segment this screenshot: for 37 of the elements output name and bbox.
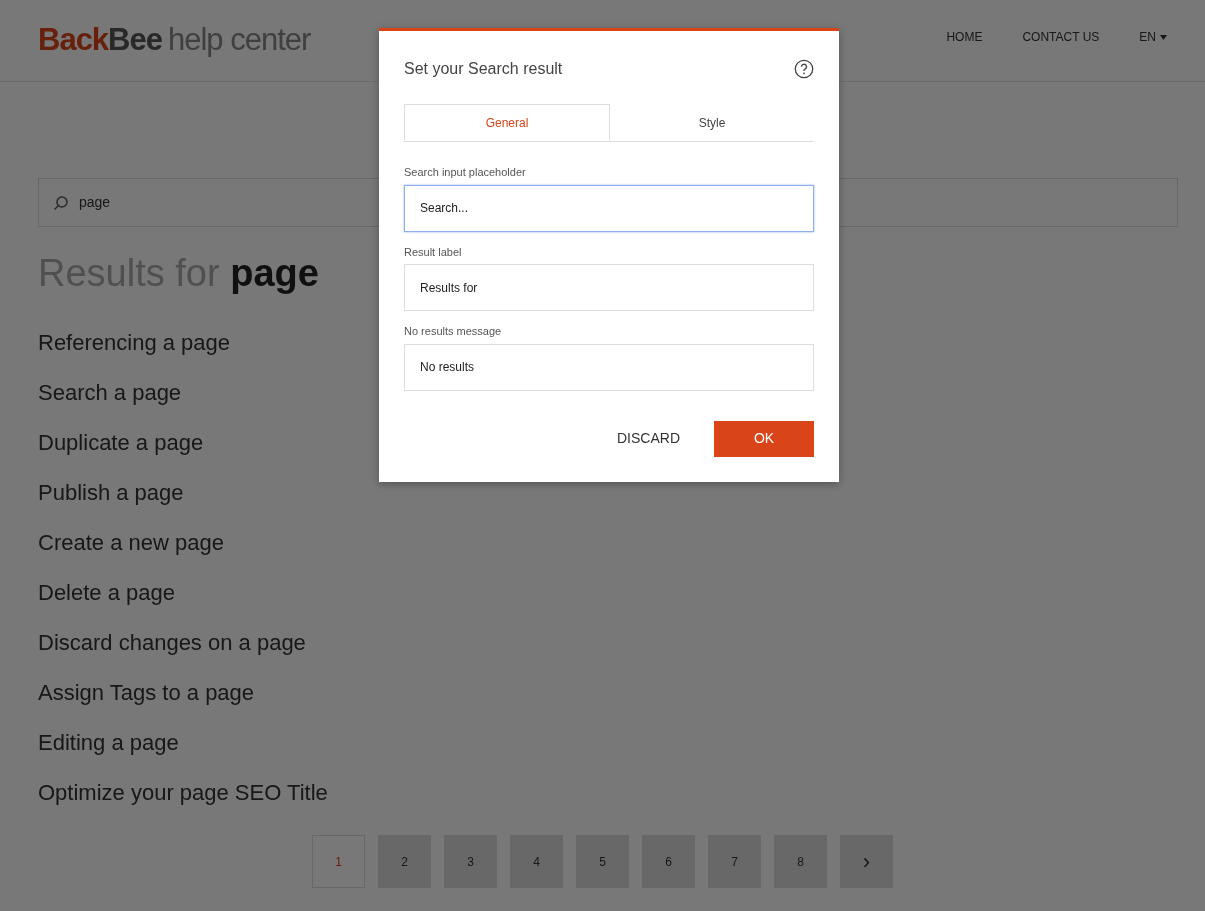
result-link[interactable]: Assign Tags to a page (38, 668, 255, 718)
page-button[interactable]: 1 (312, 835, 365, 888)
tab[interactable]: General (404, 104, 610, 141)
page-button[interactable]: 4 (510, 835, 563, 888)
input-field[interactable]: Results for (404, 264, 814, 311)
page-button[interactable]: 5 (576, 835, 629, 888)
page-button[interactable]: 7 (708, 835, 761, 888)
field-label: Result label (404, 244, 463, 260)
page-button[interactable]: 8 (774, 835, 827, 888)
result-link[interactable]: Optimize your page SEO Title (38, 768, 328, 818)
result-link[interactable]: Delete a page (38, 568, 175, 618)
field-label: Search input placeholder (404, 165, 527, 180)
field-label: No results message (404, 324, 503, 339)
page-button[interactable]: 3 (444, 835, 497, 888)
nav-link[interactable]: CONTACT US (1022, 27, 1100, 46)
next-page-button[interactable]: › (840, 835, 893, 888)
site-logo[interactable]: BackBee help center (38, 17, 311, 64)
result-link[interactable]: Publish a page (38, 468, 184, 518)
result-link[interactable]: Create a new page (38, 518, 224, 568)
input-field[interactable]: Search... (404, 184, 814, 232)
input-field[interactable]: No results (404, 343, 814, 391)
search-icon (53, 194, 69, 211)
page-button[interactable]: 6 (642, 835, 695, 888)
page-button[interactable]: 2 (378, 835, 431, 888)
caret-icon (1160, 34, 1167, 40)
result-link[interactable]: Search a page (38, 368, 182, 418)
dialog-title: Set your Search result (404, 59, 563, 79)
nav-link[interactable]: HOME (946, 27, 983, 46)
language-dropdown[interactable]: EN (1139, 27, 1167, 46)
ok-button[interactable]: OK (714, 420, 814, 457)
discard-button[interactable]: DISCARD (611, 427, 686, 450)
result-link[interactable]: Duplicate a page (38, 418, 204, 468)
result-link[interactable]: Referencing a page (38, 318, 231, 368)
search-query: page (79, 193, 111, 212)
result-link[interactable]: Discard changes on a page (38, 618, 306, 668)
result-link[interactable]: Editing a page (38, 718, 179, 768)
help-icon[interactable] (794, 59, 814, 79)
